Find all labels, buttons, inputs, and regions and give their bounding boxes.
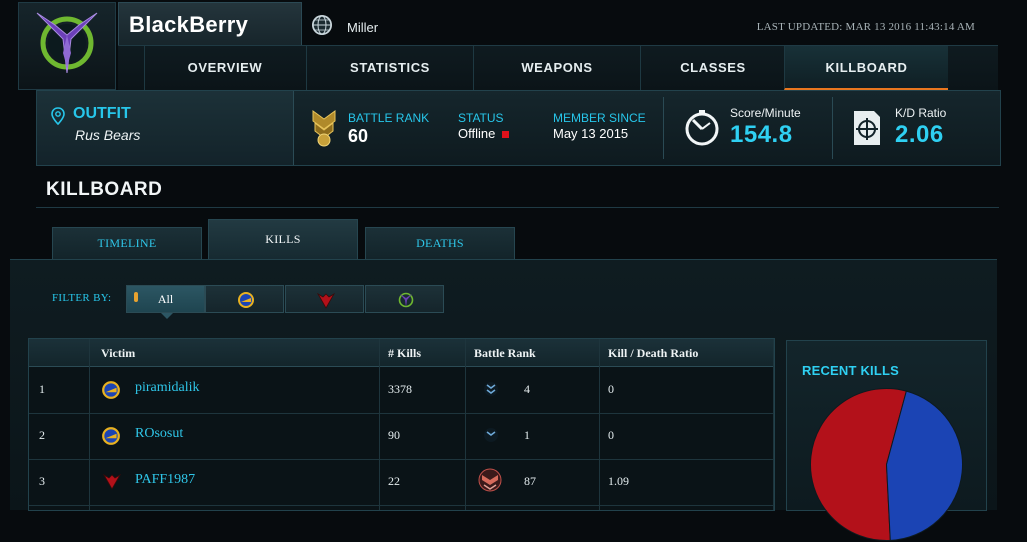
- kills-count: 90: [388, 428, 400, 442]
- rank-emblem-icon: [478, 468, 502, 492]
- battle-rank-value: 60: [348, 126, 369, 146]
- col-battle-rank[interactable]: Battle Rank: [474, 346, 536, 361]
- globe-icon: [312, 15, 332, 35]
- nav-classes[interactable]: CLASSES: [640, 46, 785, 90]
- last-updated: LAST UPDATED: MAR 13 2016 11:43:14 AM: [756, 21, 975, 33]
- kd-ratio-value: 1.09: [608, 474, 629, 488]
- offline-indicator-icon: [501, 131, 509, 138]
- nav-overview[interactable]: OVERVIEW: [144, 46, 305, 90]
- tab-deaths[interactable]: DEATHS: [365, 227, 515, 260]
- outfit-box: OUTFIT Rus Bears: [37, 91, 294, 165]
- battle-rank-value: 87: [524, 474, 536, 488]
- table-row[interactable]: 1 piramidalik 3378 4 0: [29, 367, 774, 414]
- table-row[interactable]: 2 ROsosut 90 1 0: [29, 413, 774, 460]
- outfit-name[interactable]: Rus Bears: [75, 127, 140, 143]
- status-label: STATUS: [458, 111, 504, 125]
- filter-all-button[interactable]: All: [126, 285, 205, 319]
- col-kd-ratio[interactable]: Kill / Death Ratio: [608, 346, 698, 361]
- player-name: BlackBerry: [129, 12, 249, 37]
- member-since-label: MEMBER SINCE: [553, 111, 646, 125]
- stopwatch-icon: [685, 110, 719, 146]
- col-kills[interactable]: # Kills: [388, 346, 421, 361]
- player-name-panel: BlackBerry: [118, 2, 302, 46]
- recent-kills-pie-chart: [810, 388, 963, 541]
- kd-ratio-value: 0: [608, 382, 614, 396]
- filter-nc-button[interactable]: [205, 285, 284, 313]
- row-index: 3: [39, 474, 45, 488]
- recent-kills-title: RECENT KILLS: [802, 363, 900, 378]
- nav-killboard[interactable]: KILLBOARD: [784, 46, 948, 90]
- rank-chevron-icon: [484, 382, 498, 396]
- terran-republic-icon: [317, 292, 335, 309]
- battle-rank-value: 1: [524, 428, 530, 442]
- member-since-value: May 13 2015: [553, 126, 629, 141]
- outfit-label: OUTFIT: [73, 105, 131, 122]
- vanu-sovereignty-icon: [36, 12, 98, 74]
- info-divider: [832, 97, 833, 159]
- row-index: 2: [39, 428, 45, 442]
- title-divider: [36, 207, 999, 208]
- score-minute-label: Score/Minute: [730, 106, 801, 120]
- status-value: Offline: [458, 126, 509, 141]
- victim-name[interactable]: PAFF1987: [135, 472, 195, 488]
- row-index: 1: [39, 382, 45, 396]
- new-conglomerate-icon: [238, 292, 254, 308]
- victim-name[interactable]: piramidalik: [135, 380, 200, 396]
- battle-rank-value: 4: [524, 382, 530, 396]
- recent-kills-panel: RECENT KILLS: [786, 340, 987, 541]
- filter-all-label: All: [157, 292, 174, 306]
- filter-vs-button[interactable]: [365, 285, 444, 313]
- tab-timeline[interactable]: TIMELINE: [52, 227, 202, 260]
- table-row[interactable]: 3 PAFF1987 22 87 1.09: [29, 459, 774, 506]
- new-conglomerate-icon: [102, 427, 120, 445]
- active-filter-pointer: [161, 313, 173, 319]
- table-header: Victim # Kills Battle Rank Kill / Death …: [29, 339, 774, 367]
- kills-count: 22: [388, 474, 400, 488]
- kd-ratio-value: 0: [608, 428, 614, 442]
- new-conglomerate-icon: [102, 381, 120, 399]
- terran-republic-icon: [103, 473, 121, 490]
- kills-count: 3378: [388, 382, 412, 396]
- col-victim[interactable]: Victim: [101, 346, 135, 361]
- kd-ratio-value: 2.06: [895, 121, 944, 148]
- faction-logo: [18, 2, 116, 90]
- filter-tr-button[interactable]: [285, 285, 364, 313]
- tab-kills[interactable]: KILLS: [208, 219, 358, 260]
- rank-chevron-icon: [484, 428, 498, 442]
- nav-weapons[interactable]: WEAPONS: [473, 46, 640, 90]
- main-nav: OVERVIEW STATISTICS WEAPONS CLASSES KILL…: [118, 45, 998, 91]
- filter-label: FILTER BY:: [52, 292, 112, 304]
- victim-name[interactable]: ROsosut: [135, 426, 183, 442]
- kills-table: Victim # Kills Battle Rank Kill / Death …: [28, 338, 775, 511]
- info-divider: [663, 97, 664, 159]
- vanu-sovereignty-icon: [398, 292, 414, 308]
- battle-rank-medal-icon: [312, 110, 336, 147]
- character-info-bar: OUTFIT Rus Bears BATTLE RANK 60 STATUS O…: [36, 90, 1001, 166]
- kd-ratio-icon: [854, 111, 880, 145]
- battle-rank-label: BATTLE RANK: [348, 111, 430, 125]
- kd-ratio-label: K/D Ratio: [895, 106, 947, 120]
- page-title: KILLBOARD: [46, 179, 163, 200]
- server-name: Miller: [347, 20, 379, 35]
- nav-statistics[interactable]: STATISTICS: [306, 46, 473, 90]
- location-pin-icon: [51, 107, 65, 125]
- score-minute-value: 154.8: [730, 121, 793, 148]
